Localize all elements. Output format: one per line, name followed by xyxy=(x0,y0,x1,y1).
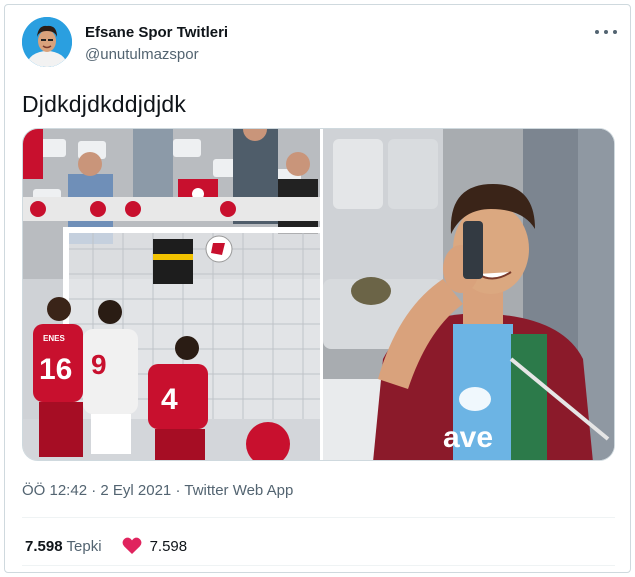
heart-icon xyxy=(122,537,142,554)
tweet-meta: ÖÖ 12:42 · 2 Eyl 2021 · Twitter Web App xyxy=(22,482,293,499)
more-options-icon[interactable] xyxy=(595,27,617,37)
jersey-number-16: 16 xyxy=(39,353,72,386)
likes-count: 7.598 xyxy=(149,537,188,555)
meta-separator: · xyxy=(175,482,181,499)
media-photo-right[interactable]: ave xyxy=(323,129,615,461)
tweet-text: Djdkdjdkddjdjdk xyxy=(22,91,187,117)
jersey-number-9: 9 xyxy=(91,349,107,380)
tweet-card: Efsane Spor Twitleri @unutulmazspor Djdk… xyxy=(4,4,631,573)
divider xyxy=(22,565,615,566)
tweet-source[interactable]: Twitter Web App xyxy=(184,482,293,499)
reactions-count[interactable]: 7.598 xyxy=(25,538,63,555)
divider xyxy=(22,517,615,518)
reactions-label[interactable]: Tepki xyxy=(67,538,102,555)
avatar[interactable] xyxy=(22,17,72,67)
like-button[interactable]: 7.598 xyxy=(122,537,188,555)
meta-separator: · xyxy=(91,482,97,499)
jersey-name-enes: ENES xyxy=(43,334,65,343)
tweet-stats: 7.598 Tepki 7.598 xyxy=(25,537,187,555)
tweet-time[interactable]: ÖÖ 12:42 xyxy=(22,482,87,499)
media-photo-left[interactable]: ENES 16 9 4 xyxy=(23,129,320,461)
author-name[interactable]: Efsane Spor Twitleri xyxy=(85,24,228,41)
tweet-date[interactable]: 2 Eyl 2021 xyxy=(100,482,171,499)
author-handle[interactable]: @unutulmazspor xyxy=(85,46,199,63)
shirt-sponsor-text: ave xyxy=(443,421,493,454)
jersey-number-4: 4 xyxy=(161,383,178,416)
tweet-media[interactable]: ENES 16 9 4 ave xyxy=(22,128,615,461)
